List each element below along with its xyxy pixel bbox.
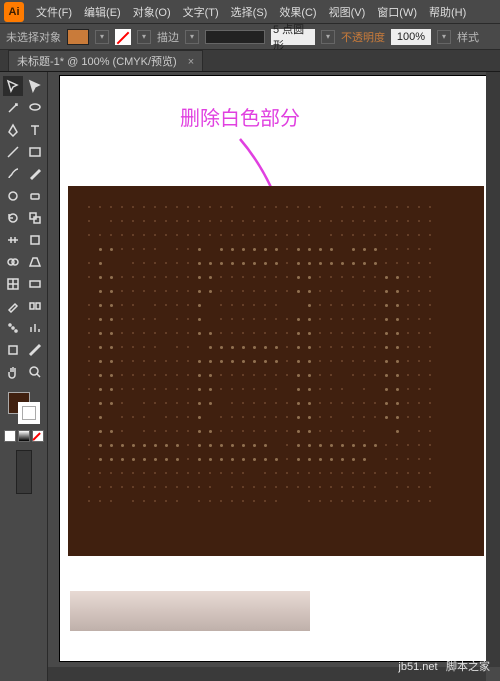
slice-tool[interactable] xyxy=(25,340,45,360)
fill-swatch[interactable] xyxy=(67,29,89,45)
eyedropper-tool[interactable] xyxy=(3,296,23,316)
artwork-brown-rect xyxy=(68,186,484,556)
close-icon[interactable]: × xyxy=(188,56,194,68)
no-selection-label: 未选择对象 xyxy=(6,29,61,45)
opacity-label: 不透明度 xyxy=(341,29,385,45)
opacity-dropdown[interactable]: ▾ xyxy=(437,30,451,44)
canvas-area[interactable]: 删除白色部分 jb51.net 脚本之家 xyxy=(48,72,500,681)
shape-builder-tool[interactable] xyxy=(3,252,23,272)
artwork-gradient-rect xyxy=(70,591,310,631)
selection-tool[interactable] xyxy=(3,76,23,96)
free-transform-tool[interactable] xyxy=(25,230,45,250)
menu-select[interactable]: 选择(S) xyxy=(225,4,274,20)
stroke-swatch[interactable] xyxy=(115,29,131,45)
gradient-tool[interactable] xyxy=(25,274,45,294)
brush-dropdown[interactable]: ▾ xyxy=(321,30,335,44)
watermark-text: 脚本之家 xyxy=(446,661,490,673)
brush-field[interactable]: 5 点圆形 xyxy=(271,29,315,45)
brush-tool[interactable] xyxy=(3,164,23,184)
control-bar: 未选择对象 ▾ ▾ 描边 ▾ 5 点圆形 ▾ 不透明度 100% ▾ 样式 xyxy=(0,24,500,50)
fill-stroke-indicator[interactable] xyxy=(6,390,42,426)
watermark: jb51.net 脚本之家 xyxy=(398,657,490,675)
mesh-tool[interactable] xyxy=(3,274,23,294)
width-tool[interactable] xyxy=(3,230,23,250)
color-mode-none[interactable] xyxy=(32,430,44,442)
menu-object[interactable]: 对象(O) xyxy=(127,4,177,20)
menu-window[interactable]: 窗口(W) xyxy=(371,4,423,20)
menu-effect[interactable]: 效果(C) xyxy=(273,4,322,20)
magic-wand-tool[interactable] xyxy=(3,98,23,118)
app-logo: Ai xyxy=(4,2,24,22)
stroke-dropdown[interactable]: ▾ xyxy=(137,30,151,44)
zoom-tool[interactable] xyxy=(25,362,45,382)
blob-tool[interactable] xyxy=(3,186,23,206)
type-tool[interactable] xyxy=(25,120,45,140)
document-tab[interactable]: 未标题-1* @ 100% (CMYK/预览) × xyxy=(8,50,203,71)
color-mode-solid[interactable] xyxy=(4,430,16,442)
eraser-tool[interactable] xyxy=(25,186,45,206)
artboard-tool[interactable] xyxy=(3,340,23,360)
menu-type[interactable]: 文字(T) xyxy=(177,4,225,20)
style-label: 样式 xyxy=(457,29,479,45)
collapsed-panel[interactable] xyxy=(16,450,32,494)
watermark-logo: jb51.net xyxy=(398,661,437,673)
color-mode-gradient[interactable] xyxy=(18,430,30,442)
menu-help[interactable]: 帮助(H) xyxy=(423,4,472,20)
stroke-weight[interactable]: ▾ xyxy=(185,30,199,44)
menu-view[interactable]: 视图(V) xyxy=(323,4,372,20)
tab-title: 未标题-1* @ 100% (CMYK/预览) xyxy=(17,56,177,68)
rectangle-tool[interactable] xyxy=(25,142,45,162)
annotation-text: 删除白色部分 xyxy=(180,102,300,131)
menu-edit[interactable]: 编辑(E) xyxy=(78,4,127,20)
pen-tool[interactable] xyxy=(3,120,23,140)
rotate-tool[interactable] xyxy=(3,208,23,228)
document-tabs: 未标题-1* @ 100% (CMYK/预览) × xyxy=(0,50,500,72)
scale-tool[interactable] xyxy=(25,208,45,228)
toolbox xyxy=(0,72,48,681)
stroke-label: 描边 xyxy=(157,29,179,45)
blend-tool[interactable] xyxy=(25,296,45,316)
symbol-tool[interactable] xyxy=(3,318,23,338)
direct-select-tool[interactable] xyxy=(25,76,45,96)
menu-file[interactable]: 文件(F) xyxy=(30,4,78,20)
hand-tool[interactable] xyxy=(3,362,23,382)
lasso-tool[interactable] xyxy=(25,98,45,118)
color-mode-buttons xyxy=(4,430,44,442)
artboard: 删除白色部分 xyxy=(60,76,492,661)
brush-preview[interactable] xyxy=(205,30,265,44)
line-tool[interactable] xyxy=(3,142,23,162)
fill-dropdown[interactable]: ▾ xyxy=(95,30,109,44)
opacity-field[interactable]: 100% xyxy=(391,29,431,45)
menu-bar: Ai 文件(F) 编辑(E) 对象(O) 文字(T) 选择(S) 效果(C) 视… xyxy=(0,0,500,24)
graph-tool[interactable] xyxy=(25,318,45,338)
scrollbar-vertical[interactable] xyxy=(486,72,500,667)
perspective-tool[interactable] xyxy=(25,252,45,272)
pencil-tool[interactable] xyxy=(25,164,45,184)
